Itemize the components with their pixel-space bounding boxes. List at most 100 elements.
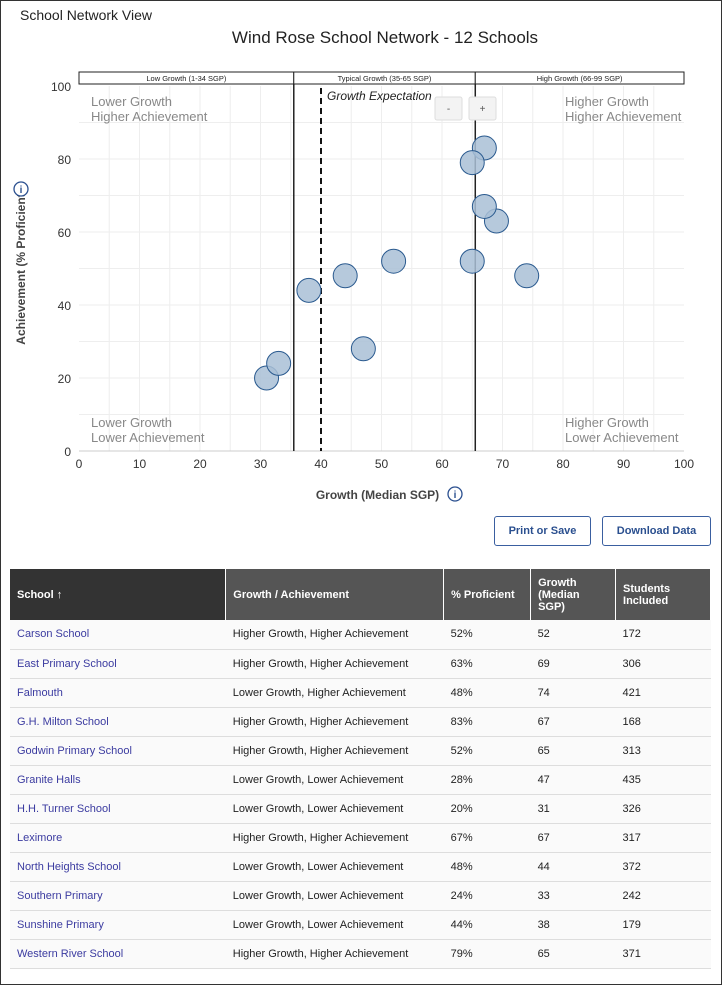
table-row: Granite Halls Lower Growth, Lower Achieve… <box>10 765 711 795</box>
zoom-button-label: - <box>447 104 450 115</box>
data-point[interactable] <box>471 193 497 219</box>
y-axis-label: Achievement (% Proficient) <box>14 189 28 344</box>
school-link[interactable]: North Heights School <box>10 852 226 882</box>
table-row: H.H. Turner School Lower Growth, Lower Ac… <box>10 794 711 824</box>
table-cell: Lower Growth, Lower Achievement <box>225 881 444 911</box>
table-cell: 83% <box>443 707 531 737</box>
table-row: East Primary School Higher Growth, Higher… <box>10 649 711 679</box>
quadrant-label: Lower Growth <box>91 415 172 430</box>
x-tick-label: 0 <box>76 457 83 471</box>
table-row: Western River School Higher Growth, Highe… <box>10 939 711 969</box>
table-cell: 52% <box>443 736 531 766</box>
table-cell: 48% <box>443 678 531 708</box>
column-header[interactable]: School ↑ <box>10 569 227 620</box>
school-link[interactable]: G.H. Milton School <box>10 707 226 737</box>
x-tick-label: 60 <box>435 457 449 471</box>
y-tick-label: 40 <box>58 299 72 313</box>
y-tick-label: 60 <box>58 226 72 240</box>
table-cell: 435 <box>615 765 711 795</box>
table-cell: 313 <box>615 736 711 766</box>
table-cell: 47 <box>530 765 616 795</box>
table-row: G.H. Milton School Higher Growth, Higher … <box>10 707 711 737</box>
y-tick-label: 100 <box>51 80 71 94</box>
school-link[interactable]: Western River School <box>10 939 226 969</box>
column-header[interactable]: Growth / Achievement <box>225 569 445 620</box>
table-row: Falmouth Lower Growth, Higher Achievement… <box>10 678 711 708</box>
table-cell: Lower Growth, Lower Achievement <box>225 910 444 940</box>
table-cell: Lower Growth, Higher Achievement <box>225 678 444 708</box>
table-cell: 372 <box>615 852 711 882</box>
table-cell: 63% <box>443 649 531 679</box>
table-cell: 65 <box>530 939 616 969</box>
info-icon-glyph: i <box>454 490 457 501</box>
table-cell: 421 <box>615 678 711 708</box>
x-tick-label: 50 <box>375 457 389 471</box>
table-cell: 172 <box>615 620 711 650</box>
data-point[interactable] <box>296 277 322 303</box>
info-icon-glyph: i <box>20 185 23 196</box>
y-tick-label: 20 <box>58 372 72 386</box>
table-row: Southern Primary Lower Growth, Lower Achi… <box>10 881 711 911</box>
school-link[interactable]: Leximore <box>10 823 226 853</box>
data-point[interactable] <box>350 336 376 362</box>
table-cell: 65 <box>530 736 616 766</box>
data-point[interactable] <box>266 350 292 376</box>
data-point[interactable] <box>514 263 540 289</box>
x-tick-label: 40 <box>314 457 328 471</box>
data-point[interactable] <box>459 150 485 176</box>
table-row: Sunshine Primary Lower Growth, Lower Achi… <box>10 910 711 940</box>
table-cell: 306 <box>615 649 711 679</box>
column-header[interactable]: Growth (Median SGP) <box>530 569 617 620</box>
table-cell: 67% <box>443 823 531 853</box>
table-cell: 326 <box>615 794 711 824</box>
table-cell: Higher Growth, Higher Achievement <box>225 649 444 679</box>
table-cell: Higher Growth, Higher Achievement <box>225 823 444 853</box>
x-axis-label: Growth (Median SGP) <box>316 488 439 502</box>
table-cell: Higher Growth, Higher Achievement <box>225 736 444 766</box>
school-link[interactable]: Sunshine Primary <box>10 910 226 940</box>
table-cell: 242 <box>615 881 711 911</box>
table-cell: Lower Growth, Lower Achievement <box>225 852 444 882</box>
table-cell: 317 <box>615 823 711 853</box>
table-cell: 69 <box>530 649 616 679</box>
column-header[interactable]: Students Included <box>615 569 711 620</box>
table-cell: Lower Growth, Lower Achievement <box>225 794 444 824</box>
table-cell: 44 <box>530 852 616 882</box>
download-data-button[interactable]: Download Data <box>602 516 711 546</box>
quadrant-label: Higher Growth <box>565 415 649 430</box>
x-tick-label: 90 <box>617 457 631 471</box>
scatter-chart: 0 10 20 30 40 50 60 70 80 90 100 0 20 40 60 80 100 Growth… <box>13 71 694 502</box>
school-link[interactable]: H.H. Turner School <box>10 794 226 824</box>
x-tick-label: 10 <box>133 457 147 471</box>
school-link[interactable]: Southern Primary <box>10 881 226 911</box>
table-cell: 44% <box>443 910 531 940</box>
table-cell: 74 <box>530 678 616 708</box>
table-row: Leximore Higher Growth, Higher Achievemen… <box>10 823 711 853</box>
zoom-button-label: + <box>480 104 486 115</box>
table-row: North Heights School Lower Growth, Lower … <box>10 852 711 882</box>
school-link[interactable]: Carson School <box>10 620 226 650</box>
table-cell: 179 <box>615 910 711 940</box>
school-link[interactable]: East Primary School <box>10 649 226 679</box>
school-link[interactable]: Godwin Primary School <box>10 736 226 766</box>
data-point[interactable] <box>459 248 485 274</box>
school-link[interactable]: Falmouth <box>10 678 226 708</box>
table-cell: Higher Growth, Higher Achievement <box>225 939 444 969</box>
table-cell: 48% <box>443 852 531 882</box>
x-tick-label: 100 <box>674 457 694 471</box>
table-cell: 28% <box>443 765 531 795</box>
table-cell: 24% <box>443 881 531 911</box>
table-cell: Lower Growth, Lower Achievement <box>225 765 444 795</box>
y-tick-label: 80 <box>58 153 72 167</box>
table-cell: 52 <box>530 620 616 650</box>
column-header[interactable]: % Proficient <box>443 569 532 620</box>
table-cell: 168 <box>615 707 711 737</box>
quadrant-label: Lower Achievement <box>91 430 205 445</box>
data-point[interactable] <box>332 263 358 289</box>
table-row: Carson School Higher Growth, Higher Achie… <box>10 620 711 650</box>
table-cell: 371 <box>615 939 711 969</box>
school-link[interactable]: Granite Halls <box>10 765 226 795</box>
data-point[interactable] <box>381 248 407 274</box>
print-save-button[interactable]: Print or Save <box>494 516 591 546</box>
table-cell: 33 <box>530 881 616 911</box>
